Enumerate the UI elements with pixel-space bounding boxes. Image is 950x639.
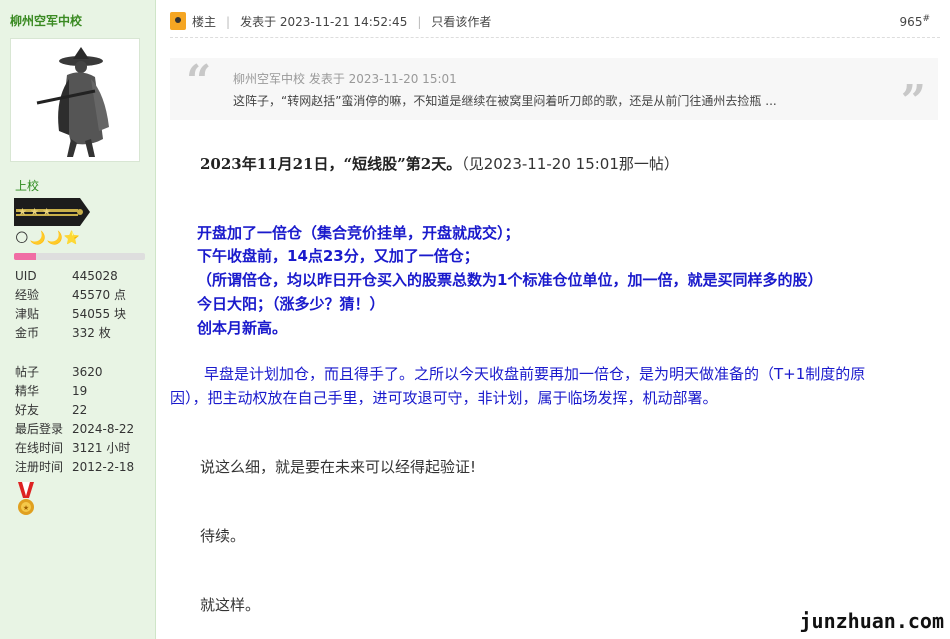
stat-key: 精华 [15,384,40,398]
level-progress-fill [14,253,37,260]
post-heading: 2023年11月21日，“短线股”第2天。（见2023-11-20 15:01那… [200,153,679,176]
stats-group-1: UID 445028 经验 45570 点津贴 54055 块金币 332 枚 [15,267,150,343]
stat-row: 在线时间 3121 小时 [15,439,150,458]
open-quote-icon: “ [186,56,212,107]
stat-key: 在线时间 [15,441,64,455]
floor-owner-icon [170,12,186,30]
floor-number-value: 965 [899,15,923,29]
stat-row: 最后登录 2024-8-22 [15,420,150,439]
stat-key: 注册时间 [15,460,64,474]
continue-line: 待续。 [200,527,246,545]
stat-row: 精华 19 [15,382,150,401]
end-line: 就这样。 [200,596,261,614]
stat-value: 3620 [72,365,103,379]
stat-row: UID 445028 [15,267,150,286]
stat-key: 最后登录 [15,422,64,436]
stat-key: 帖子 [15,365,40,379]
blue-line: 下午收盘前，14点23分，又加了一倍仓； [197,247,479,265]
stat-row: 津贴 54055 块 [15,305,150,324]
close-quote-icon: ” [900,76,926,127]
post-header: 楼主 | 发表于 2023-11-21 14:52:45 | 只看该作者 965… [170,10,940,34]
level-icons: 🌕🌙🌙⭐ [15,231,82,246]
post-time: 发表于 2023-11-21 14:52:45 [240,15,408,29]
only-author-link[interactable]: 只看该作者 [431,13,491,30]
heading-bold: 2023年11月21日，“短线股”第2天。 [200,155,462,173]
quote-text: 这阵子，“转网赵括”蛮消停的嘛，不知道是继续在被窝里闷着听刀郎的歌，还是从前门往… [233,94,777,108]
author-sidebar: 柳州空军中校 上校 ★ ★ ★ 🌕🌙🌙⭐ UID 445028 经验 45570 点津… [0,0,156,639]
stat-value: 45570 点 [72,288,126,302]
stat-row: 注册时间 2012-2-18 [15,458,150,477]
stat-row: 经验 45570 点 [15,286,150,305]
floor-label: 楼主 [192,15,217,29]
medal-icon[interactable]: ★ [15,482,37,518]
stat-row: 金币 332 枚 [15,324,150,343]
paragraph-line: 早盘是计划加仓，而且得手了。之所以今天收盘前要再加一倍仓，是为明天做准备的（T+… [204,365,866,383]
stat-key: UID [15,269,37,283]
stat-value: 445028 [72,269,118,283]
detail-line: 说这么细，就是要在未来可以经得起验证! [200,458,477,476]
level-progress-bar [14,253,145,260]
blue-line: （所谓倍仓，均以昨日开仓买入的股票总数为1个标准仓位单位，加一倍，就是买同样多的… [197,271,823,289]
stat-value: 2024-8-22 [72,422,135,436]
stat-key: 津贴 [15,307,40,321]
site-watermark: junzhuan.com [799,609,945,633]
stat-value: 54055 块 [72,307,126,321]
rank-insignia: ★ ★ ★ [14,198,90,226]
meta-separator: | [226,14,231,29]
quote-block: “ 柳州空军中校 发表于 2023-11-20 15:01 这阵子，“转网赵括”… [170,56,938,124]
stat-key: 好友 [15,403,40,417]
meta-separator: | [417,14,422,29]
heading-tail: （见2023-11-20 15:01那一帖） [461,155,679,173]
svg-text:★ ★ ★: ★ ★ ★ [18,207,51,218]
blue-line: 今日大阳；（涨多少？猜！） [197,295,385,313]
svg-text:★: ★ [23,504,29,512]
stat-key: 经验 [15,288,40,302]
stat-value: 22 [72,403,88,417]
post-meta: 楼主 | 发表于 2023-11-21 14:52:45 | 只看该作者 [192,13,491,30]
stats-group-2: 帖子 3620 精华 19 好友 22 最后登录 2024-8-22 在线时间 3121 小时 注册… [15,363,150,477]
floor-number-suffix: # [922,14,930,24]
blue-line: 创本月新高。 [197,319,288,337]
quote-author: 柳州空军中校 发表于 2023-11-20 15:01 [233,72,457,86]
avatar[interactable] [10,38,140,162]
blue-line: 开盘加了一倍仓（集合竞价挂单，开盘就成交）； [197,224,520,242]
header-divider [170,37,940,38]
stat-value: 19 [72,384,88,398]
author-name[interactable]: 柳州空军中校 [10,12,82,29]
stat-value: 2012-2-18 [72,460,135,474]
stat-value: 3121 小时 [72,441,131,455]
stat-value: 332 枚 [72,326,111,340]
rank-title: 上校 [15,179,40,193]
stat-key: 金币 [15,326,40,340]
floor-number[interactable]: 965# [900,14,930,29]
stat-row: 帖子 3620 [15,363,150,382]
stat-row: 好友 22 [15,401,150,420]
paragraph-line: 因），把主动权放在自己手里，进可攻退可守，非计划，属于临场发挥，机动部署。 [170,389,718,407]
